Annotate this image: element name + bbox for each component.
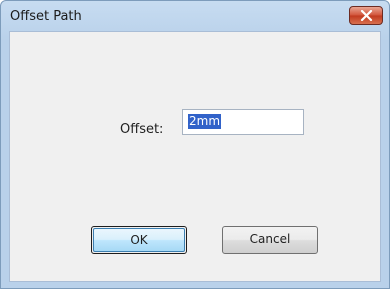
title-bar[interactable]: Offset Path <box>1 1 389 31</box>
window-title: Offset Path <box>10 9 82 24</box>
cancel-button[interactable]: Cancel <box>222 226 318 254</box>
ok-button[interactable]: OK <box>91 226 187 254</box>
offset-input[interactable]: 2mm <box>182 109 304 135</box>
dialog-content: Offset: 2mm OK Cancel <box>9 31 381 282</box>
close-button[interactable] <box>349 6 383 25</box>
offset-value-selected: 2mm <box>188 114 222 129</box>
offset-path-dialog: Offset Path Offset: 2mm OK Cancel <box>0 0 390 289</box>
offset-label: Offset: <box>120 122 164 137</box>
close-icon <box>360 10 373 21</box>
ok-button-label: OK <box>93 228 185 252</box>
